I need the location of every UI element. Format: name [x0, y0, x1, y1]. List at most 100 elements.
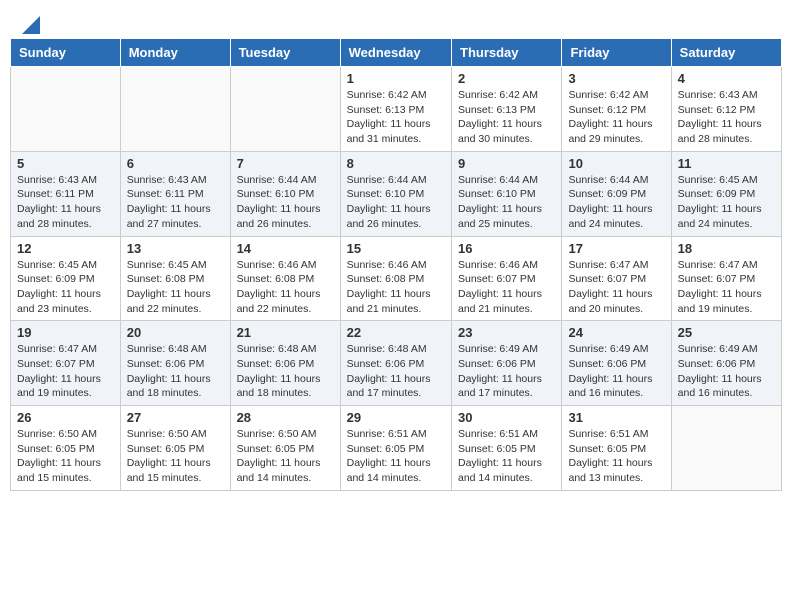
weekday-header-wednesday: Wednesday: [340, 39, 451, 67]
calendar-day-cell: [120, 67, 230, 152]
calendar-day-cell: 17Sunrise: 6:47 AM Sunset: 6:07 PM Dayli…: [562, 236, 671, 321]
calendar-day-cell: 22 Sunrise: 6:48 AM Sunset: 6:06 PM Dayli…: [340, 321, 451, 406]
day-info: Sunrise: 6:48 AM Sunset: 6:06 PM Dayligh…: [127, 342, 224, 401]
day-number: 23: [458, 325, 555, 340]
weekday-header-saturday: Saturday: [671, 39, 781, 67]
day-info: Sunrise: 6:49 AM Sunset: 6:06 PM Dayligh…: [678, 342, 775, 401]
weekday-header-friday: Friday: [562, 39, 671, 67]
calendar-day-cell: [230, 67, 340, 152]
page-header: [0, 0, 792, 38]
calendar-day-cell: 10 Sunrise: 6:44 AM Sunset: 6:09 PM Dayli…: [562, 151, 671, 236]
calendar-day-cell: 9 Sunrise: 6:44 AM Sunset: 6:10 PM Daylig…: [452, 151, 562, 236]
calendar-day-cell: 16 Sunrise: 6:46 AM Sunset: 6:07 PM Dayli…: [452, 236, 562, 321]
calendar-day-cell: 4 Sunrise: 6:43 AM Sunset: 6:12 PM Daylig…: [671, 67, 781, 152]
day-info: Sunrise: 6:46 AM Sunset: 6:08 PM Dayligh…: [347, 258, 445, 317]
day-number: 20: [127, 325, 224, 340]
day-number: 22: [347, 325, 445, 340]
calendar-day-cell: 13 Sunrise: 6:45 AM Sunset: 6:08 PM Dayli…: [120, 236, 230, 321]
calendar-day-cell: 31 Sunrise: 6:51 AM Sunset: 6:05 PM Dayli…: [562, 406, 671, 491]
calendar-day-cell: [11, 67, 121, 152]
day-info: Sunrise: 6:46 AM Sunset: 6:08 PM Dayligh…: [237, 258, 334, 317]
calendar-day-cell: 8 Sunrise: 6:44 AM Sunset: 6:10 PM Daylig…: [340, 151, 451, 236]
calendar-day-cell: 3 Sunrise: 6:42 AM Sunset: 6:12 PM Daylig…: [562, 67, 671, 152]
weekday-header-thursday: Thursday: [452, 39, 562, 67]
calendar-table: SundayMondayTuesdayWednesdayThursdayFrid…: [10, 38, 782, 491]
day-info: Sunrise: 6:42 AM Sunset: 6:13 PM Dayligh…: [347, 88, 445, 147]
calendar-week-row: 19 Sunrise: 6:47 AM Sunset: 6:07 PM Dayli…: [11, 321, 782, 406]
day-info: Sunrise: 6:44 AM Sunset: 6:10 PM Dayligh…: [347, 173, 445, 232]
day-number: 2: [458, 71, 555, 86]
calendar-day-cell: 1 Sunrise: 6:42 AM Sunset: 6:13 PM Daylig…: [340, 67, 451, 152]
day-number: 27: [127, 410, 224, 425]
calendar-day-cell: 25 Sunrise: 6:49 AM Sunset: 6:06 PM Dayli…: [671, 321, 781, 406]
day-number: 31: [568, 410, 664, 425]
day-number: 6: [127, 156, 224, 171]
day-number: 5: [17, 156, 114, 171]
day-info: Sunrise: 6:51 AM Sunset: 6:05 PM Dayligh…: [347, 427, 445, 486]
day-info: Sunrise: 6:44 AM Sunset: 6:10 PM Dayligh…: [458, 173, 555, 232]
calendar-day-cell: 6 Sunrise: 6:43 AM Sunset: 6:11 PM Daylig…: [120, 151, 230, 236]
day-number: 4: [678, 71, 775, 86]
day-info: Sunrise: 6:48 AM Sunset: 6:06 PM Dayligh…: [347, 342, 445, 401]
day-info: Sunrise: 6:49 AM Sunset: 6:06 PM Dayligh…: [458, 342, 555, 401]
day-number: 15: [347, 241, 445, 256]
day-number: 3: [568, 71, 664, 86]
day-number: 10: [568, 156, 664, 171]
calendar-day-cell: 18Sunrise: 6:47 AM Sunset: 6:07 PM Dayli…: [671, 236, 781, 321]
day-info: Sunrise: 6:42 AM Sunset: 6:12 PM Dayligh…: [568, 88, 664, 147]
day-number: 11: [678, 156, 775, 171]
day-number: 13: [127, 241, 224, 256]
day-number: 1: [347, 71, 445, 86]
calendar-day-cell: 14 Sunrise: 6:46 AM Sunset: 6:08 PM Dayli…: [230, 236, 340, 321]
day-number: 19: [17, 325, 114, 340]
calendar-day-cell: 7Sunrise: 6:44 AM Sunset: 6:10 PM Daylig…: [230, 151, 340, 236]
calendar-day-cell: 23 Sunrise: 6:49 AM Sunset: 6:06 PM Dayli…: [452, 321, 562, 406]
day-info: Sunrise: 6:47 AM Sunset: 6:07 PM Dayligh…: [678, 258, 775, 317]
day-number: 25: [678, 325, 775, 340]
calendar-day-cell: 2 Sunrise: 6:42 AM Sunset: 6:13 PM Daylig…: [452, 67, 562, 152]
day-number: 12: [17, 241, 114, 256]
day-number: 9: [458, 156, 555, 171]
day-info: Sunrise: 6:44 AM Sunset: 6:09 PM Dayligh…: [568, 173, 664, 232]
calendar-day-cell: 30 Sunrise: 6:51 AM Sunset: 6:05 PM Dayli…: [452, 406, 562, 491]
day-info: Sunrise: 6:43 AM Sunset: 6:11 PM Dayligh…: [127, 173, 224, 232]
day-info: Sunrise: 6:45 AM Sunset: 6:08 PM Dayligh…: [127, 258, 224, 317]
calendar-day-cell: 28 Sunrise: 6:50 AM Sunset: 6:05 PM Dayli…: [230, 406, 340, 491]
day-number: 14: [237, 241, 334, 256]
weekday-header-monday: Monday: [120, 39, 230, 67]
day-number: 29: [347, 410, 445, 425]
day-info: Sunrise: 6:50 AM Sunset: 6:05 PM Dayligh…: [127, 427, 224, 486]
day-number: 16: [458, 241, 555, 256]
calendar-wrapper: SundayMondayTuesdayWednesdayThursdayFrid…: [0, 38, 792, 501]
day-info: Sunrise: 6:49 AM Sunset: 6:06 PM Dayligh…: [568, 342, 664, 401]
calendar-day-cell: 29 Sunrise: 6:51 AM Sunset: 6:05 PM Dayli…: [340, 406, 451, 491]
calendar-day-cell: 5Sunrise: 6:43 AM Sunset: 6:11 PM Daylig…: [11, 151, 121, 236]
day-number: 8: [347, 156, 445, 171]
calendar-week-row: 12 Sunrise: 6:45 AM Sunset: 6:09 PM Dayli…: [11, 236, 782, 321]
day-number: 30: [458, 410, 555, 425]
calendar-day-cell: 11 Sunrise: 6:45 AM Sunset: 6:09 PM Dayli…: [671, 151, 781, 236]
day-info: Sunrise: 6:48 AM Sunset: 6:06 PM Dayligh…: [237, 342, 334, 401]
day-info: Sunrise: 6:50 AM Sunset: 6:05 PM Dayligh…: [237, 427, 334, 486]
calendar-day-cell: 12 Sunrise: 6:45 AM Sunset: 6:09 PM Dayli…: [11, 236, 121, 321]
day-number: 28: [237, 410, 334, 425]
day-info: Sunrise: 6:47 AM Sunset: 6:07 PM Dayligh…: [17, 342, 114, 401]
calendar-day-cell: 21 Sunrise: 6:48 AM Sunset: 6:06 PM Dayli…: [230, 321, 340, 406]
calendar-day-cell: 26Sunrise: 6:50 AM Sunset: 6:05 PM Dayli…: [11, 406, 121, 491]
day-info: Sunrise: 6:51 AM Sunset: 6:05 PM Dayligh…: [568, 427, 664, 486]
logo: [20, 16, 40, 34]
day-info: Sunrise: 6:43 AM Sunset: 6:12 PM Dayligh…: [678, 88, 775, 147]
day-info: Sunrise: 6:42 AM Sunset: 6:13 PM Dayligh…: [458, 88, 555, 147]
day-number: 24: [568, 325, 664, 340]
day-info: Sunrise: 6:45 AM Sunset: 6:09 PM Dayligh…: [17, 258, 114, 317]
calendar-day-cell: 19 Sunrise: 6:47 AM Sunset: 6:07 PM Dayli…: [11, 321, 121, 406]
weekday-header-tuesday: Tuesday: [230, 39, 340, 67]
day-info: Sunrise: 6:47 AM Sunset: 6:07 PM Dayligh…: [568, 258, 664, 317]
day-number: 21: [237, 325, 334, 340]
day-info: Sunrise: 6:44 AM Sunset: 6:10 PM Dayligh…: [237, 173, 334, 232]
day-info: Sunrise: 6:45 AM Sunset: 6:09 PM Dayligh…: [678, 173, 775, 232]
day-info: Sunrise: 6:51 AM Sunset: 6:05 PM Dayligh…: [458, 427, 555, 486]
day-info: Sunrise: 6:46 AM Sunset: 6:07 PM Dayligh…: [458, 258, 555, 317]
day-number: 26: [17, 410, 114, 425]
calendar-week-row: 1 Sunrise: 6:42 AM Sunset: 6:13 PM Daylig…: [11, 67, 782, 152]
